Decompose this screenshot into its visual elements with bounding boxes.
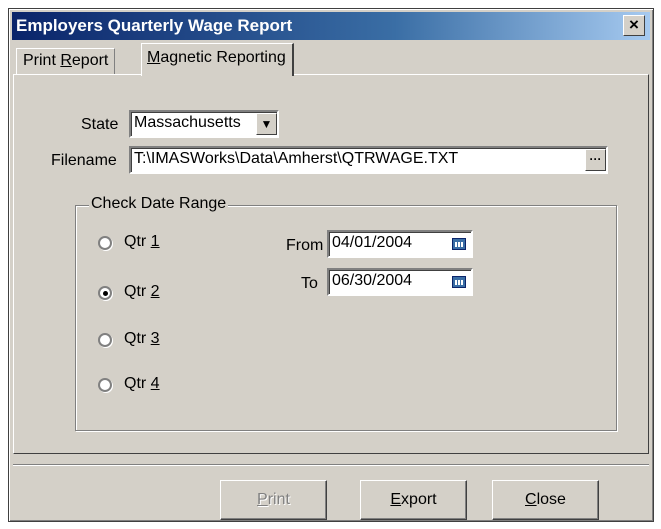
tab-label-accesskey: M [147, 49, 161, 66]
tab-label: agnetic Reporting [160, 49, 286, 66]
tab-label-accesskey: R [60, 52, 72, 69]
title-bar[interactable]: Employers Quarterly Wage Report × [12, 12, 650, 40]
tab-print-report[interactable]: Print Report [16, 48, 116, 74]
close-button-accesskey: C [525, 491, 537, 508]
close-button[interactable]: Close [492, 480, 599, 520]
print-button-label: rint [267, 491, 290, 508]
dialog-window: Employers Quarterly Wage Report × Print … [8, 8, 654, 522]
divider [13, 464, 649, 466]
close-button-label: lose [536, 491, 566, 508]
tab-label: eport [71, 52, 109, 69]
export-button-accesskey: E [390, 491, 402, 508]
export-button[interactable]: Export [360, 480, 467, 520]
tab-magnetic-reporting[interactable]: Magnetic Reporting [141, 43, 294, 76]
print-button[interactable]: Print [220, 480, 327, 520]
window-title: Employers Quarterly Wage Report [16, 16, 293, 35]
close-window-button[interactable]: × [623, 15, 645, 36]
tab-panel [13, 74, 649, 454]
tab-label: Print [23, 52, 61, 69]
export-button-label: xport [401, 491, 437, 508]
print-button-accesskey: P [257, 491, 268, 508]
